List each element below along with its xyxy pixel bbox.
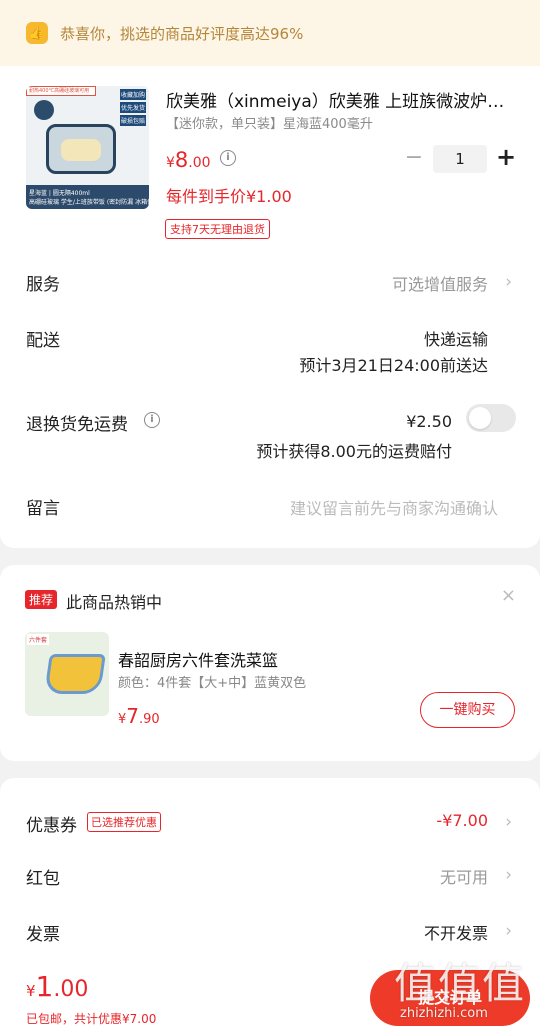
redpacket-label: 红包	[26, 869, 60, 889]
recommend-product-image[interactable]: 六件套	[25, 632, 109, 716]
chevron-right-icon[interactable]: ›	[505, 812, 512, 832]
delivery-eta: 预计3月21日24:00前送达	[299, 356, 488, 375]
recommend-product-spec: 颜色：4件套【大+中】蓝黄双色	[118, 676, 307, 691]
product-price: ¥8.00	[166, 148, 211, 172]
one-click-buy-button[interactable]: 一键购买	[420, 692, 515, 728]
image-badges: 收藏加购 优先发货 破损包赔	[120, 89, 146, 128]
image-caption: 星海蓝 | 圆无隔400ml 高硼硅玻璃 学生/上班族带饭 (密封防漏 冰箱保鲜…	[26, 185, 149, 209]
coupon-value[interactable]: -¥7.00	[436, 811, 488, 830]
chevron-right-icon[interactable]: ›	[505, 272, 512, 292]
checkout-bar: ¥1.00 已包邮，共计优惠¥7.00 提交订单	[0, 962, 540, 1032]
lid-graphic	[34, 100, 54, 120]
note-input[interactable]: 建议留言前先与商家沟通确认	[290, 495, 498, 519]
delivery-label: 配送	[26, 331, 60, 351]
recommend-badge: 推荐	[25, 590, 58, 609]
recommend-product-name[interactable]: 春韶厨房六件套洗菜篮	[118, 647, 278, 671]
product-title[interactable]: 欣美雅（xinmeiya）欣美雅 上班族微波炉加热饭盒	[166, 87, 518, 112]
chevron-right-icon[interactable]: ›	[505, 921, 512, 941]
coupon-label: 优惠券	[26, 816, 77, 836]
recommend-title: 此商品热销中	[66, 593, 163, 612]
free-return-label: 退换货免运费	[26, 415, 128, 435]
redpacket-value[interactable]: 无可用	[440, 864, 488, 888]
note-label: 留言	[26, 499, 60, 519]
product-image[interactable]: 耐热400℃高硼硅玻璃可用 收藏加购 优先发货 破损包赔 星海蓝 | 圆无隔40…	[26, 86, 149, 209]
delivery-method[interactable]: 快递运输	[424, 326, 488, 350]
chevron-right-icon[interactable]: ›	[505, 865, 512, 885]
product-spec[interactable]: 【迷你款，单只装】星海蓝400毫升	[166, 113, 373, 132]
service-value[interactable]: 可选增值服务	[392, 271, 488, 295]
submit-order-button[interactable]: 提交订单	[370, 970, 530, 1026]
close-icon[interactable]: ×	[501, 585, 516, 606]
return-note: 预计获得8.00元的运费赔付	[256, 442, 452, 461]
final-price: 每件到手价¥1.00	[166, 187, 292, 206]
recommend-price: ¥7.90	[118, 704, 160, 728]
price-info-icon[interactable]: i	[220, 150, 236, 166]
basket-graphic	[44, 654, 106, 694]
total-price: ¥1.00	[26, 970, 89, 1003]
free-return-toggle[interactable]	[466, 404, 516, 432]
praise-banner: 👍 恭喜你，挑选的商品好评度高达96%	[0, 0, 540, 66]
container-graphic	[46, 124, 116, 174]
invoice-value[interactable]: 不开发票	[424, 920, 488, 944]
return-info-icon[interactable]: i	[144, 412, 160, 428]
quantity-minus-button[interactable]: −	[404, 147, 424, 170]
return-policy-tag: 支持7天无理由退货	[165, 219, 270, 239]
order-item-card: 耐热400℃高硼硅玻璃可用 收藏加购 优先发货 破损包赔 星海蓝 | 圆无隔40…	[0, 66, 540, 548]
invoice-label: 发票	[26, 925, 60, 945]
quantity-input[interactable]: 1	[433, 145, 487, 173]
service-label: 服务	[26, 275, 60, 295]
recommend-card: 推荐 此商品热销中 × 六件套 春韶厨房六件套洗菜篮 颜色：4件套【大+中】蓝黄…	[0, 565, 540, 761]
thumbs-up-icon: 👍	[26, 22, 48, 44]
total-subtext: 已包邮，共计优惠¥7.00	[26, 1012, 157, 1026]
quantity-plus-button[interactable]: +	[496, 145, 516, 170]
coupon-badge: 已选推荐优惠	[87, 812, 161, 832]
return-price: ¥2.50	[406, 412, 452, 431]
praise-text: 恭喜你，挑选的商品好评度高达96%	[60, 24, 304, 43]
